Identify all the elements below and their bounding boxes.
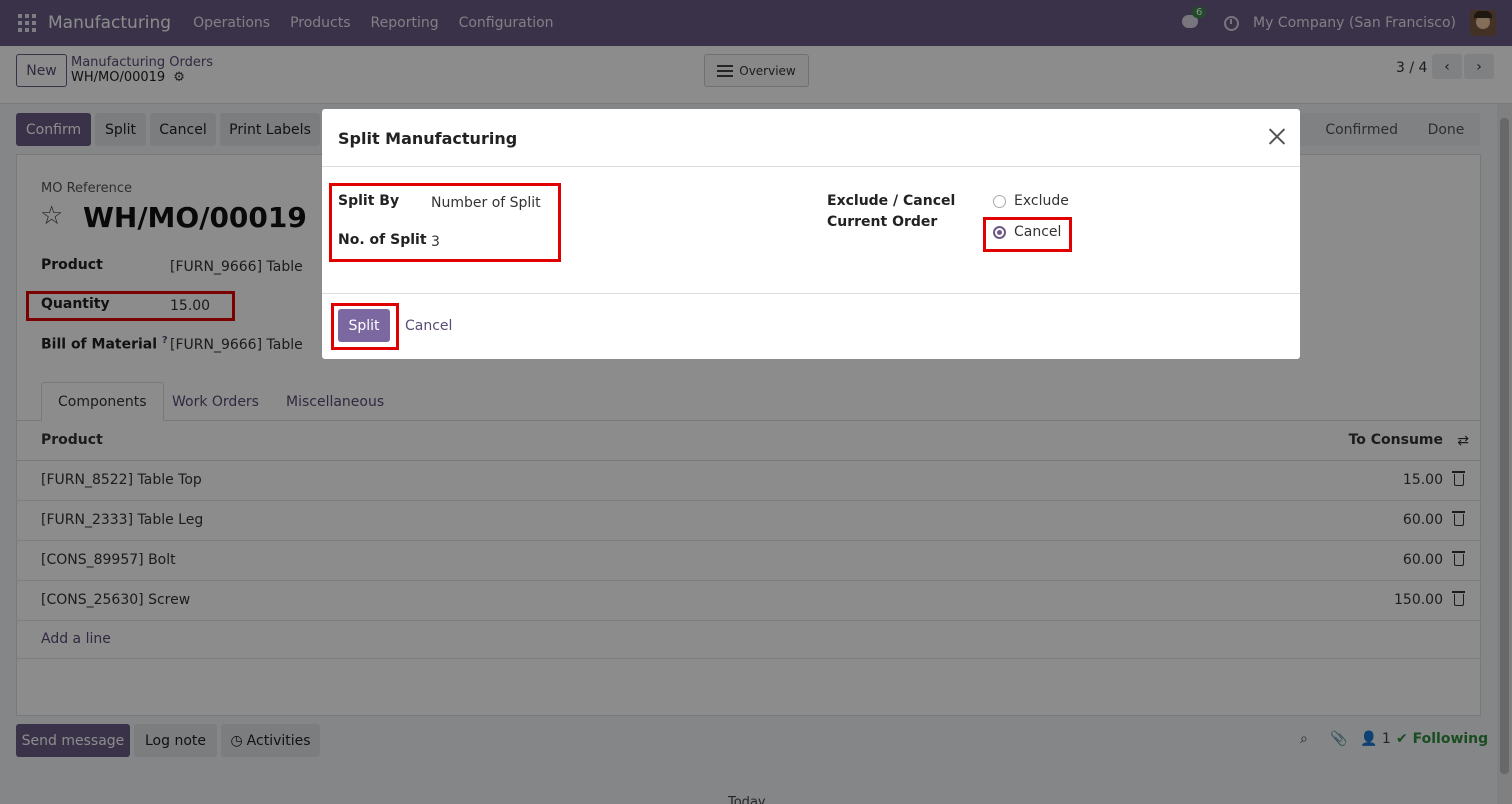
cancel-option-highlight-box: [983, 217, 1072, 252]
dialog-header-divider: [322, 166, 1300, 167]
exclude-cancel-label-line-1: Exclude / Cancel: [827, 193, 956, 209]
split-fields-highlight-box: [329, 183, 561, 262]
dialog-title: Split Manufacturing: [338, 129, 518, 148]
exclude-cancel-label-line-2: Current Order: [827, 214, 938, 230]
dialog-cancel-button[interactable]: Cancel: [405, 318, 452, 334]
dialog-footer-divider: [322, 293, 1300, 294]
radio-exclude[interactable]: [993, 195, 1006, 208]
radio-exclude-label[interactable]: Exclude: [1014, 193, 1069, 209]
close-icon[interactable]: [1268, 127, 1286, 145]
split-button-highlight-box: [331, 303, 399, 350]
split-manufacturing-dialog: Split Manufacturing Split By Number of S…: [322, 109, 1300, 359]
